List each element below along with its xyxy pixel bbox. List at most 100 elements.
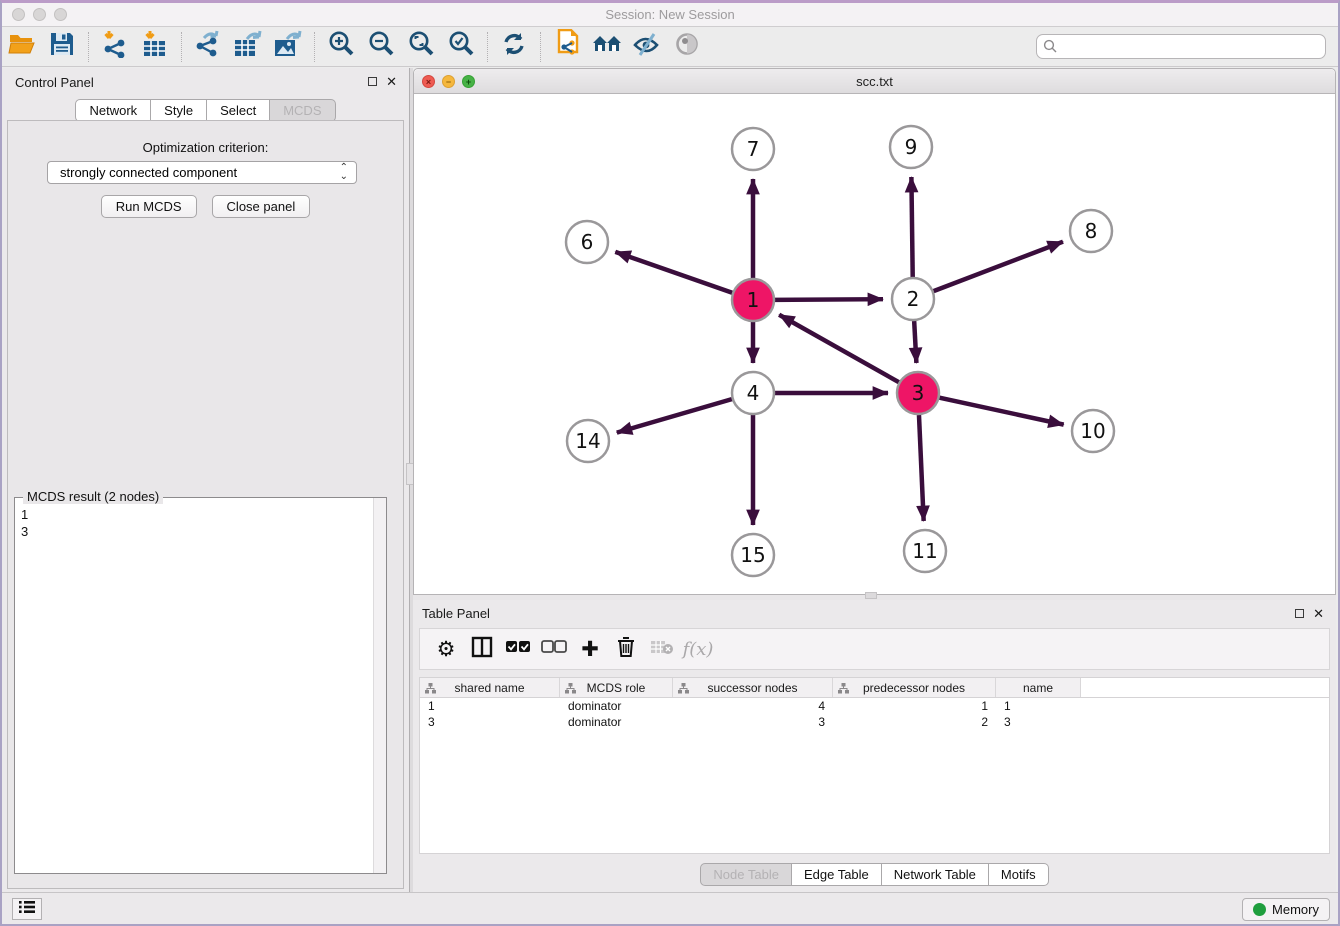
- graph-edge-2-3[interactable]: [914, 321, 916, 363]
- table-row[interactable]: 3 dominator 3 2 3: [420, 714, 1329, 730]
- graph-edge-4-14[interactable]: [617, 399, 732, 432]
- criterion-select[interactable]: strongly connected component ⌃⌄: [47, 161, 357, 184]
- tab-mcds[interactable]: MCDS: [270, 99, 335, 122]
- export-network-button[interactable]: [191, 32, 225, 62]
- network-canvas[interactable]: 7968124310141511: [414, 94, 1335, 594]
- zoom-selected-button[interactable]: [444, 32, 478, 62]
- gear-icon: ⚙: [437, 637, 456, 661]
- graph-node-label: 3: [912, 381, 925, 405]
- cell-shared-name[interactable]: 1: [420, 698, 560, 714]
- result-scrollbar[interactable]: [373, 498, 386, 873]
- tab-network-table[interactable]: Network Table: [882, 863, 989, 886]
- tab-network[interactable]: Network: [75, 99, 151, 122]
- cell-name[interactable]: 3: [996, 714, 1081, 730]
- export-table-icon: [233, 30, 263, 63]
- unchecked-boxes-icon: [541, 640, 567, 659]
- select-all-button[interactable]: [500, 634, 536, 664]
- criterion-value: strongly connected component: [60, 165, 237, 180]
- tab-node-table[interactable]: Node Table: [700, 863, 792, 886]
- zoom-selected-icon: [447, 30, 475, 63]
- column-header-shared-name[interactable]: shared name: [420, 678, 560, 697]
- float-panel-icon[interactable]: [368, 77, 377, 86]
- tab-edge-table[interactable]: Edge Table: [792, 863, 882, 886]
- graph-edge-3-10[interactable]: [939, 398, 1063, 425]
- column-header-mcds-role[interactable]: MCDS role: [560, 678, 673, 697]
- cell-successor-nodes[interactable]: 3: [673, 714, 833, 730]
- tab-style[interactable]: Style: [151, 99, 207, 122]
- show-columns-button[interactable]: [464, 634, 500, 664]
- graph-edge-3-1[interactable]: [779, 315, 899, 382]
- close-panel-icon[interactable]: ✕: [386, 76, 397, 87]
- hide-selected-button[interactable]: [630, 32, 664, 62]
- table-panel: Table Panel ✕ ⚙ ✚ f(x): [413, 600, 1336, 892]
- cell-mcds-role[interactable]: dominator: [560, 714, 673, 730]
- control-panel-title: Control Panel: [15, 75, 94, 90]
- cell-name[interactable]: 1: [996, 698, 1081, 714]
- import-network-button[interactable]: [98, 32, 132, 62]
- houses-icon: [591, 31, 623, 62]
- create-column-button[interactable]: ✚: [572, 634, 608, 664]
- graph-edge-3-11[interactable]: [919, 415, 924, 521]
- graph-edge-2-9[interactable]: [911, 177, 912, 277]
- application-window: Session: New Session: [0, 0, 1340, 926]
- zoom-out-button[interactable]: [364, 32, 398, 62]
- zoom-in-button[interactable]: [324, 32, 358, 62]
- memory-button[interactable]: Memory: [1242, 898, 1330, 921]
- zoom-in-icon: [327, 30, 355, 63]
- cell-successor-nodes[interactable]: 4: [673, 698, 833, 714]
- column-header-successor-nodes[interactable]: successor nodes: [673, 678, 833, 697]
- zoom-fit-button[interactable]: [404, 32, 438, 62]
- column-header-predecessor-nodes[interactable]: predecessor nodes: [833, 678, 996, 697]
- control-panel: Control Panel ✕ Network Style Select MCD…: [2, 68, 409, 892]
- cell-shared-name[interactable]: 3: [420, 714, 560, 730]
- search-input[interactable]: [1036, 34, 1326, 59]
- show-task-history-button[interactable]: [12, 898, 42, 920]
- function-builder-button[interactable]: f(x): [680, 634, 716, 664]
- table-settings-button[interactable]: ⚙: [428, 634, 464, 664]
- import-table-button[interactable]: [138, 32, 172, 62]
- run-mcds-button[interactable]: Run MCDS: [101, 195, 197, 218]
- graph-node-label: 10: [1080, 419, 1105, 443]
- network-window-title: scc.txt: [414, 74, 1335, 89]
- table-row[interactable]: 1 dominator 4 1 1: [420, 698, 1329, 714]
- network-window-titlebar[interactable]: × − + scc.txt: [414, 69, 1335, 94]
- network-graph[interactable]: 7968124310141511: [414, 94, 1335, 594]
- float-panel-icon[interactable]: [1295, 609, 1304, 618]
- graph-edge-2-8[interactable]: [934, 242, 1063, 291]
- graph-node-label: 15: [740, 543, 765, 567]
- cell-predecessor-nodes[interactable]: 1: [833, 698, 996, 714]
- toolbar-separator: [88, 32, 89, 62]
- deselect-all-button[interactable]: [536, 634, 572, 664]
- toolbar-separator: [540, 32, 541, 62]
- close-panel-button[interactable]: Close panel: [212, 195, 311, 218]
- tab-select[interactable]: Select: [207, 99, 270, 122]
- export-table-button[interactable]: [231, 32, 265, 62]
- open-session-button[interactable]: [5, 32, 39, 62]
- tab-motifs[interactable]: Motifs: [989, 863, 1049, 886]
- mcds-result-line: 1: [21, 506, 380, 523]
- cell-mcds-role[interactable]: dominator: [560, 698, 673, 714]
- list-icon: [18, 900, 36, 919]
- sort-tree-icon: [425, 683, 436, 694]
- splitter-grip[interactable]: [865, 592, 877, 599]
- table-header: shared name MCDS role successor nodes pr…: [420, 678, 1329, 698]
- show-all-button[interactable]: [670, 32, 704, 62]
- delete-column-button[interactable]: [644, 634, 680, 664]
- graph-node-label: 8: [1085, 219, 1098, 243]
- new-network-from-selection-button[interactable]: [550, 32, 584, 62]
- column-header-filler: [1081, 678, 1329, 697]
- toolbar-separator: [181, 32, 182, 62]
- close-panel-icon[interactable]: ✕: [1313, 608, 1324, 619]
- column-header-name[interactable]: name: [996, 678, 1081, 697]
- first-neighbors-button[interactable]: [590, 32, 624, 62]
- search-icon: [1043, 39, 1058, 59]
- graph-edge-1-6[interactable]: [615, 252, 732, 293]
- cell-predecessor-nodes[interactable]: 2: [833, 714, 996, 730]
- sort-tree-icon: [838, 683, 849, 694]
- save-session-button[interactable]: [45, 32, 79, 62]
- import-network-icon: [101, 30, 129, 63]
- refresh-layout-button[interactable]: [497, 32, 531, 62]
- export-image-button[interactable]: [271, 32, 305, 62]
- delete-rows-button[interactable]: [608, 634, 644, 664]
- graph-edge-1-2[interactable]: [775, 299, 883, 300]
